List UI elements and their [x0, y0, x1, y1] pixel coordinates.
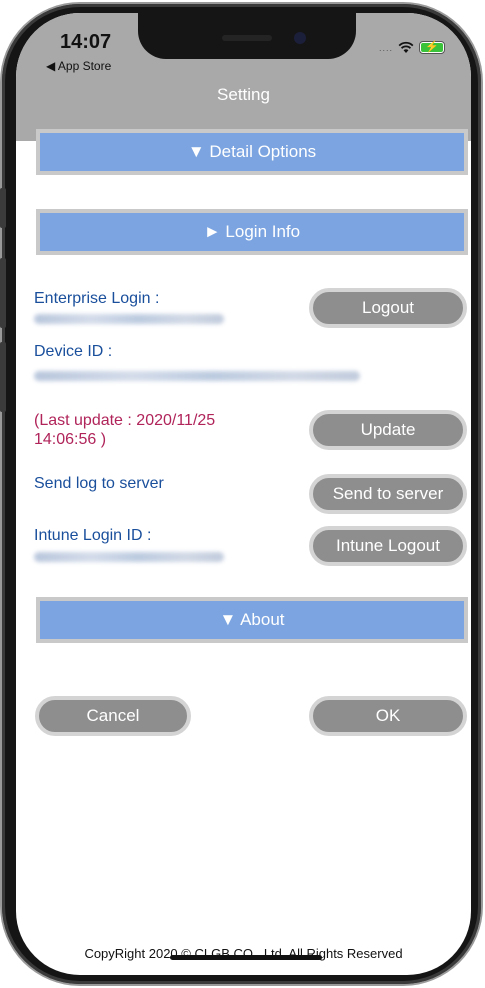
front-camera [294, 32, 306, 44]
send-log-label: Send log to server [34, 475, 164, 492]
login-info-section-header[interactable]: ► Login Info [36, 209, 468, 255]
status-time: 14:07 [60, 31, 112, 53]
intune-login-id-label: Intune Login ID : [34, 527, 152, 544]
ok-button[interactable]: OK [309, 696, 467, 736]
home-indicator[interactable] [170, 955, 322, 960]
device-notch [138, 13, 356, 59]
intune-logout-button[interactable]: Intune Logout [309, 526, 467, 566]
volume-down-button [0, 342, 6, 412]
speaker-grille [222, 35, 272, 41]
update-button[interactable]: Update [309, 410, 467, 450]
enterprise-login-label: Enterprise Login : [34, 290, 160, 307]
logout-button[interactable]: Logout [309, 288, 467, 328]
mute-switch [0, 188, 6, 228]
battery-charging-icon: ⚡ [419, 41, 445, 54]
about-section-header[interactable]: ▼ About [36, 597, 468, 643]
enterprise-login-value-redacted [34, 314, 224, 324]
cellular-signal-icon: .... [378, 42, 393, 53]
volume-up-button [0, 258, 6, 328]
send-to-server-button[interactable]: Send to server [309, 474, 467, 514]
cancel-button[interactable]: Cancel [35, 696, 191, 736]
page-title: Setting [217, 85, 270, 104]
wifi-icon [398, 41, 414, 53]
last-update-text: (Last update : 2020/11/25 14:06:56 ) [34, 412, 216, 448]
device-id-label: Device ID : [34, 343, 113, 360]
status-icons: .... ⚡ [379, 41, 445, 54]
app-screen: 14:07 ◀ App Store .... ⚡ Setting ▼ Detai… [16, 13, 471, 975]
back-to-app-store-link[interactable]: ◀ App Store [46, 59, 111, 73]
device-id-value-redacted [34, 371, 360, 381]
intune-login-id-value-redacted [34, 552, 224, 562]
detail-options-section-header[interactable]: ▼ Detail Options [36, 129, 468, 175]
